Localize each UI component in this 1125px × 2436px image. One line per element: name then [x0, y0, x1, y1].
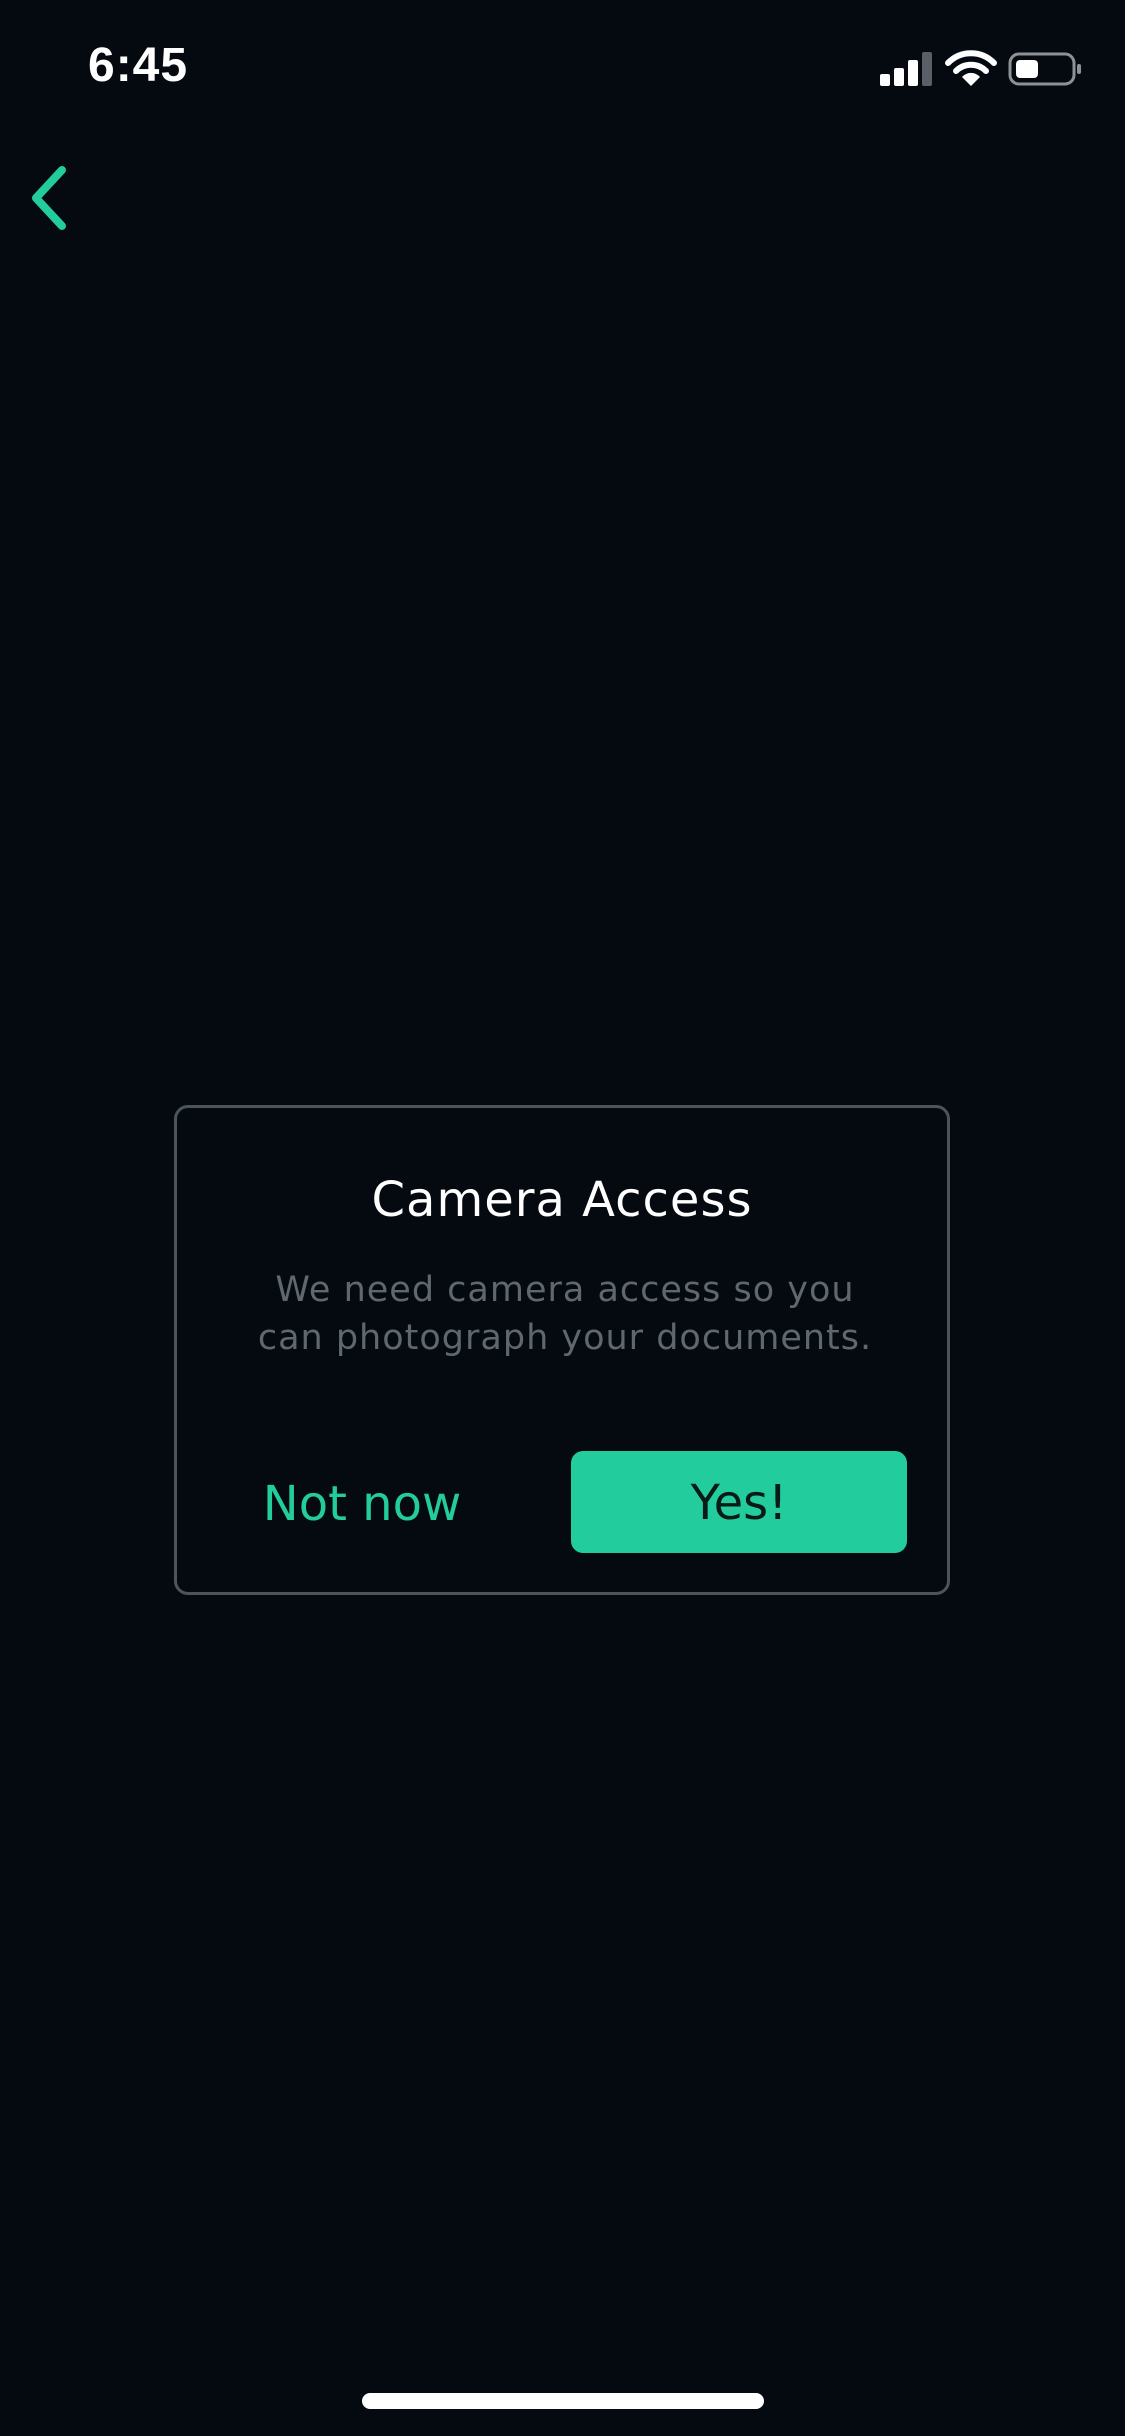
yes-button[interactable]: Yes! — [571, 1451, 907, 1553]
not-now-button[interactable]: Not now — [217, 1453, 507, 1553]
battery-icon — [1008, 52, 1081, 86]
camera-access-dialog: Camera Access We need camera access so y… — [174, 1105, 950, 1595]
back-chevron-icon[interactable] — [14, 158, 94, 238]
dialog-title: Camera Access — [371, 1172, 753, 1228]
dialog-message: We need camera access so you can photogr… — [257, 1270, 873, 1358]
home-indicator[interactable] — [362, 2393, 764, 2409]
status-time: 6:45 — [88, 39, 189, 92]
wifi-icon — [945, 50, 997, 86]
cellular-signal-icon — [880, 52, 932, 86]
screen: 6:45 Camera Access We need camera access… — [0, 0, 1125, 2436]
